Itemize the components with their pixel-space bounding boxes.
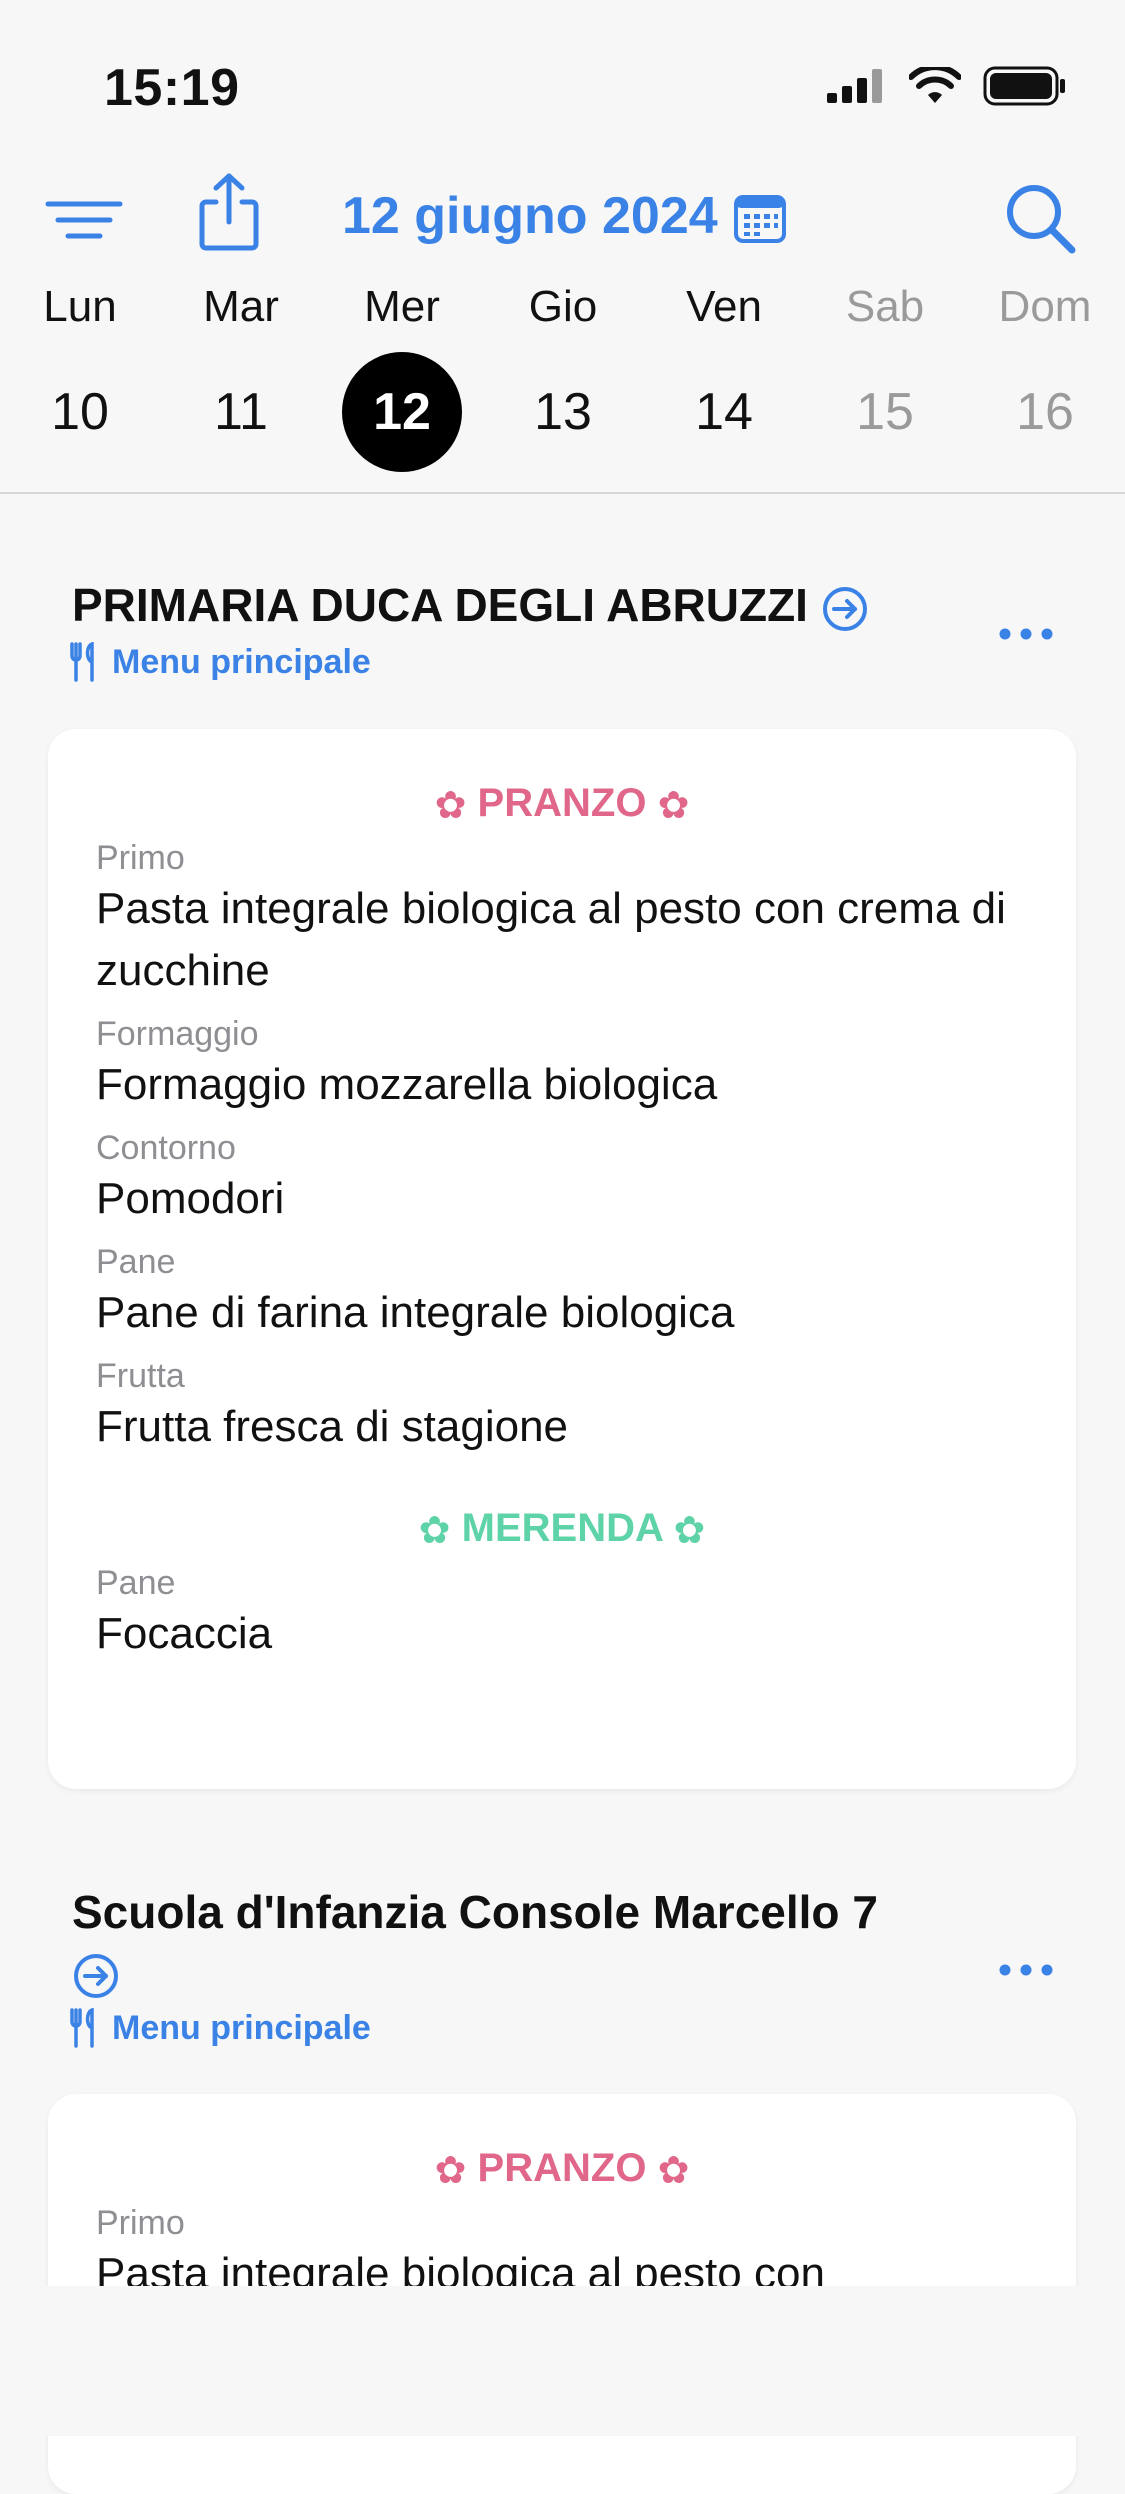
week-day-name: Dom <box>998 282 1092 331</box>
more-options-icon[interactable] <box>996 622 1056 646</box>
item-label: Primo <box>96 2203 185 2242</box>
item-value: Pomodori <box>96 1173 285 1223</box>
week-day-name: Mar <box>203 282 279 331</box>
flower-icon: ✿ <box>434 784 467 827</box>
week-day-number[interactable]: 12 <box>342 352 462 472</box>
battery-icon <box>983 66 1065 106</box>
menu-link-label: Menu principale <box>112 642 371 681</box>
cellular-signal-icon <box>827 69 882 103</box>
item-label: Frutta <box>96 1356 185 1395</box>
week-day-number[interactable]: 13 <box>503 352 623 472</box>
week-strip: Lun 10 Mar 11 Mer 12 Gio 13 Ven 14 Sab 1… <box>0 282 1125 492</box>
menu-item: Pane Pane di farina integrale biologica <box>96 1242 1028 1344</box>
fork-knife-icon <box>70 642 94 682</box>
section-title: MERENDA <box>461 1505 663 1550</box>
week-day-name: Ven <box>686 282 762 331</box>
arrow-circle-right-icon[interactable] <box>72 1952 120 2000</box>
section-header-pranzo: ✿ PRANZO ✿ <box>48 781 1076 828</box>
item-value: Formaggio mozzarella biologica <box>96 1059 718 1109</box>
section-header-merenda: ✿ MERENDA ✿ <box>48 1506 1076 1553</box>
menu-item: Frutta Frutta fresca di stagione <box>96 1356 1028 1458</box>
week-day-number[interactable]: 15 <box>825 352 945 472</box>
date-title[interactable]: 12 giugno 2024 <box>342 186 718 246</box>
school-title[interactable]: Scuola d'Infanzia Console Marcello 7 <box>72 1882 972 2002</box>
bottom-area <box>0 2286 1125 2436</box>
share-icon[interactable] <box>194 172 264 252</box>
calendar-icon[interactable] <box>733 192 787 246</box>
week-day-number[interactable]: 10 <box>20 352 140 472</box>
item-value: Focaccia <box>96 1608 273 1658</box>
menu-item: Pane Focaccia <box>96 1563 1028 1665</box>
flower-icon: ✿ <box>657 2149 690 2192</box>
item-label: Pane <box>96 1242 176 1281</box>
menu-lines-icon[interactable] <box>44 190 124 250</box>
item-value: Pane di farina integrale biologica <box>96 1287 735 1337</box>
menu-item: Contorno Pomodori <box>96 1128 1028 1230</box>
week-day-name: Gio <box>528 282 598 331</box>
week-day-name: Lun <box>43 282 117 331</box>
item-value: Frutta fresca di stagione <box>96 1401 569 1451</box>
status-icons <box>827 66 1067 106</box>
status-time: 15:19 <box>104 59 240 117</box>
wifi-icon <box>909 67 961 103</box>
school-title[interactable]: PRIMARIA DUCA DEGLI ABRUZZI <box>72 578 869 633</box>
flower-icon: ✿ <box>673 1509 706 1552</box>
week-day-number[interactable]: 14 <box>664 352 784 472</box>
week-day-name: Mer <box>364 282 440 331</box>
week-day-name: Sab <box>845 282 925 331</box>
item-label: Formaggio <box>96 1014 259 1053</box>
school-title-text: PRIMARIA DUCA DEGLI ABRUZZI <box>72 579 808 631</box>
more-options-icon[interactable] <box>996 1958 1056 1982</box>
week-day-number[interactable]: 16 <box>985 352 1105 472</box>
toolbar: 12 giugno 2024 <box>0 170 1125 270</box>
fork-knife-icon <box>70 2008 94 2048</box>
menu-principale-link[interactable]: Menu principale <box>70 642 371 682</box>
status-bar: 15:19 <box>0 0 1125 170</box>
menu-principale-link[interactable]: Menu principale <box>70 2008 371 2048</box>
section-title: PRANZO <box>477 781 647 825</box>
item-value: Pasta integrale biologica al pesto con c… <box>96 883 1006 995</box>
school-title-text: Scuola d'Infanzia Console Marcello 7 <box>72 1886 878 1938</box>
arrow-circle-right-icon[interactable] <box>821 585 869 633</box>
section-title: PRANZO <box>477 2146 647 2190</box>
flower-icon: ✿ <box>657 784 690 827</box>
menu-item: Formaggio Formaggio mozzarella biologica <box>96 1014 1028 1116</box>
week-divider <box>0 492 1125 494</box>
item-label: Contorno <box>96 1128 236 1167</box>
section-header-pranzo: ✿ PRANZO ✿ <box>48 2146 1076 2193</box>
menu-link-label: Menu principale <box>112 2008 371 2047</box>
item-label: Pane <box>96 1563 176 1602</box>
flower-icon: ✿ <box>418 1509 451 1552</box>
item-label: Primo <box>96 838 185 877</box>
search-icon[interactable] <box>1002 180 1078 256</box>
flower-icon: ✿ <box>434 2149 467 2192</box>
menu-item: Primo Pasta integrale biologica al pesto… <box>96 838 1028 1002</box>
week-day-number[interactable]: 11 <box>181 352 301 472</box>
menu-card: ✿ PRANZO ✿ Primo Pasta integrale biologi… <box>48 729 1076 1789</box>
